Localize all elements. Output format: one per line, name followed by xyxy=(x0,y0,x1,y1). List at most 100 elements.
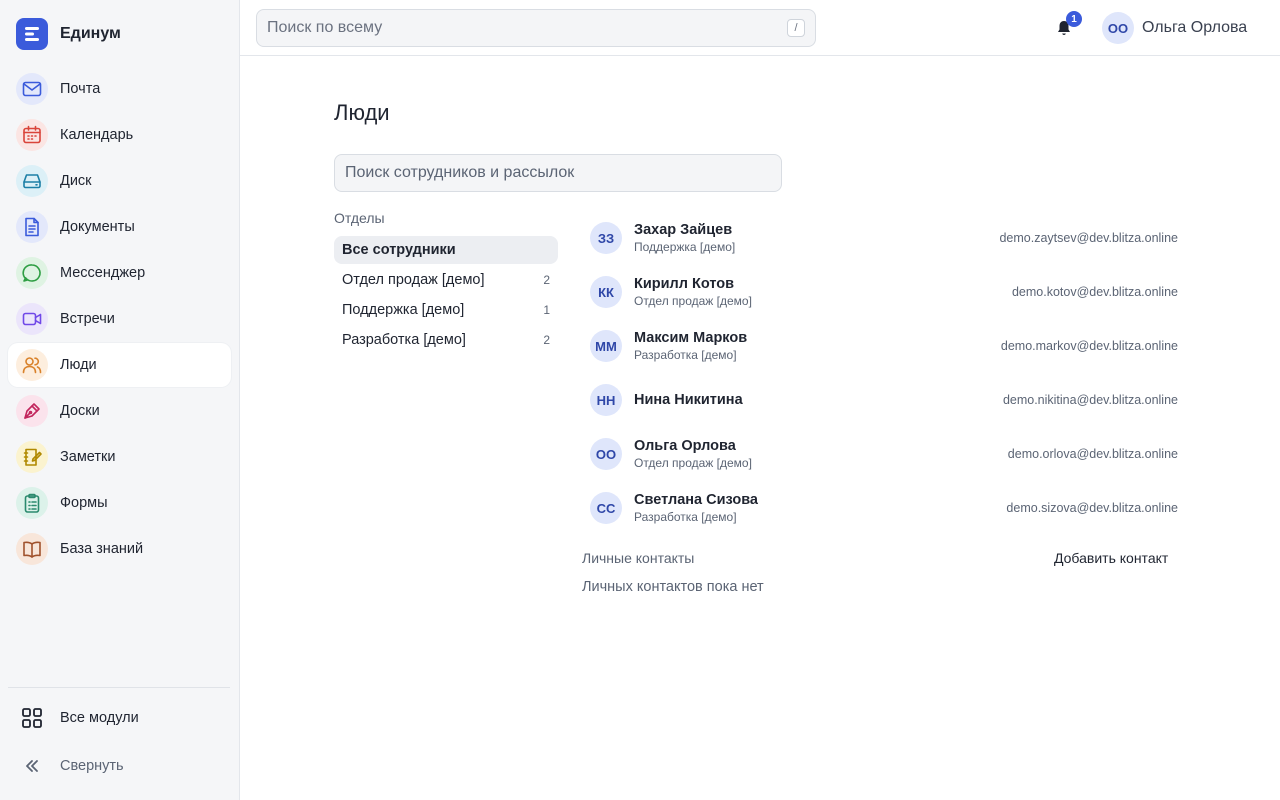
chevrons-left-icon xyxy=(16,750,48,782)
sidebar-item-label: Заметки xyxy=(60,449,116,465)
person-department: Разработка [демо] xyxy=(634,510,737,524)
sidebar-item-knowledge-base[interactable]: База знаний xyxy=(8,527,231,571)
sidebar-item-drive[interactable]: Диск xyxy=(8,159,231,203)
person-avatar: ММ xyxy=(590,330,622,362)
person-department: Отдел продаж [демо] xyxy=(634,456,752,470)
sidebar-item-documents[interactable]: Документы xyxy=(8,205,231,249)
collapse-label: Свернуть xyxy=(60,758,124,774)
sidebar-item-people[interactable]: Люди xyxy=(8,343,231,387)
person-email: demo.nikitina@dev.blitza.online xyxy=(1002,393,1178,407)
person-row[interactable]: КК Кирилл Котов Отдел продаж [демо] demo.ko… xyxy=(582,265,1182,319)
department-item[interactable]: Все сотрудники xyxy=(334,236,558,264)
person-row[interactable]: ЗЗ Захар Зайцев Поддержка [демо] demo.zayts… xyxy=(582,211,1182,265)
notes-icon xyxy=(16,441,48,473)
person-info: Ольга Орлова Отдел продаж [демо] xyxy=(634,438,752,470)
brand-name: Единум xyxy=(60,25,121,42)
person-department: Поддержка [демо] xyxy=(634,240,736,254)
person-avatar: СС xyxy=(590,492,622,524)
sidebar-item-label: Документы xyxy=(60,219,135,235)
person-name: Кирилл Котов xyxy=(634,276,735,292)
person-email: demo.sizova@dev.blitza.online xyxy=(1006,501,1178,515)
person-department: Разработка [демо] xyxy=(634,348,737,362)
person-info: Захар Зайцев Поддержка [демо] xyxy=(634,222,735,254)
department-item[interactable]: Разработка [демо] 2 xyxy=(334,326,558,354)
notifications-badge: 1 xyxy=(1066,11,1082,27)
person-department: Отдел продаж [демо] xyxy=(634,294,752,308)
department-item[interactable]: Поддержка [демо] 1 xyxy=(334,296,558,324)
person-email: demo.orlova@dev.blitza.online xyxy=(1007,447,1178,461)
person-avatar: ЗЗ xyxy=(590,222,622,254)
mail-icon xyxy=(16,73,48,105)
person-row[interactable]: СС Светлана Сизова Разработка [демо] demo.s… xyxy=(582,481,1182,535)
sidebar-item-label: Встречи xyxy=(60,311,115,327)
user-name: Ольга Орлова xyxy=(1142,19,1248,36)
sidebar-item-notes[interactable]: Заметки xyxy=(8,435,231,479)
person-info: Максим Марков Разработка [демо] xyxy=(634,330,747,362)
department-count: 2 xyxy=(543,273,550,287)
department-label: Поддержка [демо] xyxy=(342,302,465,318)
book-icon xyxy=(16,533,48,565)
brand-logo-icon xyxy=(16,18,48,50)
personal-contacts-empty: Личных контактов пока нет xyxy=(582,579,764,595)
personal-contacts-title: Личные контакты xyxy=(582,550,695,566)
pen-icon xyxy=(16,395,48,427)
sidebar-item-label: Люди xyxy=(60,357,97,373)
sidebar-item-label: Мессенджер xyxy=(60,265,146,281)
people-search-input[interactable] xyxy=(345,164,771,182)
sidebar-item-boards[interactable]: Доски xyxy=(8,389,231,433)
user-avatar: ОО xyxy=(1102,12,1134,44)
add-contact-button[interactable]: Добавить контакт xyxy=(1046,546,1176,570)
department-label: Разработка [демо] xyxy=(342,332,466,348)
department-label: Отдел продаж [демо] xyxy=(342,272,485,288)
users-icon xyxy=(16,349,48,381)
grid-icon xyxy=(16,702,48,734)
sidebar-item-label: Доски xyxy=(60,403,100,419)
page-title: Люди xyxy=(334,100,390,125)
people-list: ЗЗ Захар Зайцев Поддержка [демо] demo.zayts… xyxy=(582,211,1182,535)
global-search: / xyxy=(256,9,816,47)
person-row[interactable]: ММ Максим Марков Разработка [демо] demo.mar… xyxy=(582,319,1182,373)
sidebar-item-label: Почта xyxy=(60,81,101,97)
brand[interactable]: Единум xyxy=(16,18,121,50)
person-name: Ольга Орлова xyxy=(634,438,736,454)
person-info: Нина Никитина xyxy=(634,392,743,408)
sidebar-item-calendar[interactable]: Календарь xyxy=(8,113,231,157)
collapse-sidebar-button[interactable]: Свернуть xyxy=(8,746,231,786)
person-name: Максим Марков xyxy=(634,330,748,346)
sidebar-item-label: Календарь xyxy=(60,127,134,143)
sidebar-item-label: База знаний xyxy=(60,541,144,557)
departments-list: Все сотрудники Отдел продаж [демо] 2 Поддер… xyxy=(334,236,558,356)
calendar-icon xyxy=(16,119,48,151)
department-count: 1 xyxy=(543,303,550,317)
sidebar-item-label: Формы xyxy=(60,495,108,511)
person-row[interactable]: НН Нина Никитина demo.nikitina@dev.blitza.… xyxy=(582,373,1182,427)
sidebar: Единум Почта Календарь Диск Документы Мессен… xyxy=(0,0,240,800)
person-name: Захар Зайцев xyxy=(634,222,733,238)
person-email: demo.zaytsev@dev.blitza.online xyxy=(999,231,1178,245)
chat-icon xyxy=(16,257,48,289)
person-name: Светлана Сизова xyxy=(634,492,758,508)
video-icon xyxy=(16,303,48,335)
sidebar-item-meetings[interactable]: Встречи xyxy=(8,297,231,341)
department-label: Все сотрудники xyxy=(342,242,456,258)
sidebar-item-mail[interactable]: Почта xyxy=(8,67,231,111)
people-search xyxy=(334,154,782,192)
person-avatar: ОО xyxy=(590,438,622,470)
sidebar-item-forms[interactable]: Формы xyxy=(8,481,231,525)
department-count: 2 xyxy=(543,333,550,347)
global-search-input[interactable] xyxy=(267,19,787,37)
all-modules-button[interactable]: Все модули xyxy=(8,698,231,738)
person-email: demo.kotov@dev.blitza.online xyxy=(1011,285,1178,299)
person-row[interactable]: ОО Ольга Орлова Отдел продаж [демо] demo.or… xyxy=(582,427,1182,481)
document-icon xyxy=(16,211,48,243)
person-name: Нина Никитина xyxy=(634,392,743,408)
sidebar-item-messenger[interactable]: Мессенджер xyxy=(8,251,231,295)
drive-icon xyxy=(16,165,48,197)
sidebar-nav: Почта Календарь Диск Документы Мессенджер Вст… xyxy=(8,67,231,573)
sidebar-item-label: Диск xyxy=(60,173,92,189)
department-item[interactable]: Отдел продаж [демо] 2 xyxy=(334,266,558,294)
person-info: Светлана Сизова Разработка [демо] xyxy=(634,492,758,524)
search-shortcut-hint: / xyxy=(787,19,805,37)
user-menu[interactable]: ОО Ольга Орлова xyxy=(1102,12,1247,44)
sidebar-divider xyxy=(8,687,230,688)
